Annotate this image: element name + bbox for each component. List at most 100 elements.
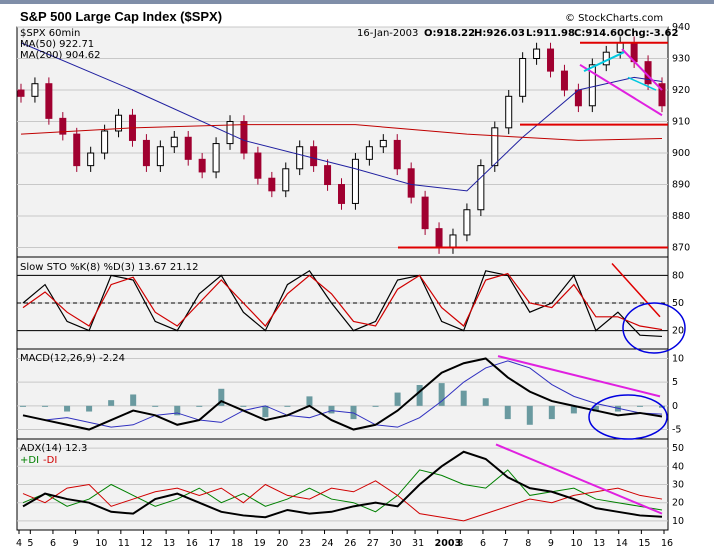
y-tick-label: 20 bbox=[672, 498, 684, 509]
candle-body bbox=[87, 152, 95, 167]
x-tick-label: 6 bbox=[480, 538, 486, 549]
chart-window: { "title": "S&P 500 Large Cap Index ($SP… bbox=[0, 0, 714, 557]
candle-body bbox=[351, 158, 359, 204]
x-tick-label: 24 bbox=[322, 538, 334, 549]
macd-histogram-bar bbox=[416, 385, 423, 406]
macd-histogram-bar bbox=[636, 405, 643, 407]
macd-histogram-bar bbox=[328, 405, 335, 414]
x-tick-label: 11 bbox=[118, 538, 130, 549]
macd-legend: MACD(12,26,9) -2.24 bbox=[20, 353, 125, 364]
price-y-tick-label: 930 bbox=[672, 54, 690, 65]
candle-body bbox=[491, 127, 499, 167]
candle-body bbox=[421, 196, 429, 230]
y-tick-label: 0 bbox=[672, 401, 678, 412]
candle-body bbox=[560, 70, 568, 91]
candle-body bbox=[310, 146, 318, 167]
y-tick-label: 10 bbox=[672, 353, 684, 364]
x-tick-label: 31 bbox=[412, 538, 424, 549]
ma200-legend: MA(200) 904.62 bbox=[20, 50, 101, 61]
x-axis: 4 5 6 9 10 11 12 13 16 17 18 19 20 23 24 26 27 30 31 20033 6… bbox=[16, 530, 673, 549]
y-tick-label: 80 bbox=[672, 270, 684, 281]
y-tick-label: 50 bbox=[672, 298, 684, 309]
macd-histogram-bar bbox=[284, 405, 291, 407]
adx-legend: ADX(14) 12.3 bbox=[20, 443, 87, 454]
candle-body bbox=[435, 228, 443, 249]
macd-histogram-bar bbox=[152, 405, 159, 407]
macd-histogram-bar bbox=[306, 396, 313, 406]
macd-histogram-bar bbox=[482, 398, 489, 406]
candle-body bbox=[156, 146, 164, 167]
chart-title: S&P 500 Large Cap Index ($SPX) bbox=[20, 9, 222, 24]
y-tick-label: 50 bbox=[672, 443, 684, 454]
candle-body bbox=[101, 130, 109, 154]
y-tick-label: 5 bbox=[672, 377, 678, 388]
quote-change: Chg:-3.62 bbox=[624, 28, 678, 39]
x-tick-label: 27 bbox=[367, 538, 379, 549]
macd-histogram-bar bbox=[42, 405, 49, 407]
candle-body bbox=[477, 165, 485, 211]
x-tick-label: 3 bbox=[457, 538, 463, 549]
x-tick-label: 17 bbox=[208, 538, 220, 549]
macd-histogram-bar bbox=[196, 405, 203, 407]
macd-histogram-bar bbox=[108, 400, 115, 406]
price-y-tick-label: 870 bbox=[672, 243, 690, 254]
macd-histogram-bar bbox=[526, 405, 533, 425]
candle-body bbox=[505, 95, 513, 129]
sto-legend: Slow STO %K(8) %D(3) 13.67 21.12 bbox=[20, 262, 199, 273]
x-tick-label: 20 bbox=[276, 538, 288, 549]
macd-histogram-bar bbox=[86, 405, 93, 412]
x-tick-label: 18 bbox=[231, 538, 243, 549]
symbol-legend: $SPX 60min bbox=[20, 28, 80, 39]
x-tick-label: 23 bbox=[299, 538, 311, 549]
x-tick-label: 16 bbox=[661, 538, 673, 549]
quote-low: L:911.98 bbox=[526, 28, 575, 39]
candle-body bbox=[142, 139, 150, 167]
price-y-tick-label: 890 bbox=[672, 180, 690, 191]
candle-body bbox=[296, 146, 304, 170]
candle-body bbox=[379, 139, 387, 148]
candle-body bbox=[547, 48, 555, 72]
candle-body bbox=[519, 58, 527, 97]
candle-body bbox=[407, 168, 415, 198]
x-tick-label: 6 bbox=[50, 538, 56, 549]
x-tick-label: 19 bbox=[254, 538, 266, 549]
candle-body bbox=[31, 83, 39, 97]
price-panel bbox=[16, 26, 669, 258]
price-y-tick-label: 880 bbox=[672, 211, 690, 222]
candle-body bbox=[184, 136, 192, 160]
y-tick-label: 40 bbox=[672, 461, 684, 472]
candle-body bbox=[365, 146, 373, 160]
price-y-tick-label: 920 bbox=[672, 85, 690, 96]
macd-histogram-bar bbox=[64, 405, 71, 412]
x-tick-label: 13 bbox=[593, 538, 605, 549]
candle-body bbox=[449, 234, 457, 249]
y-tick-label: 30 bbox=[672, 480, 684, 491]
ma50-legend: MA(50) 922.71 bbox=[20, 39, 94, 50]
macd-histogram-bar bbox=[20, 405, 26, 407]
quote-high: H:926.03 bbox=[474, 28, 525, 39]
x-tick-label: 9 bbox=[73, 538, 79, 549]
quote-date-value: 16-Jan-2003 bbox=[357, 28, 418, 39]
macd-histogram-bar bbox=[262, 405, 269, 418]
x-tick-label: 9 bbox=[548, 538, 554, 549]
watermark: © StockCharts.com bbox=[565, 13, 663, 24]
candle-body bbox=[45, 83, 53, 119]
x-tick-label: 16 bbox=[186, 538, 198, 549]
x-tick-label: 4 bbox=[16, 538, 22, 549]
x-tick-label: 10 bbox=[570, 538, 582, 549]
candle-body bbox=[17, 89, 25, 97]
x-tick-label: 14 bbox=[616, 538, 628, 549]
x-tick-label: 30 bbox=[389, 538, 401, 549]
x-tick-label: 12 bbox=[140, 538, 152, 549]
di-legend: +DI -DI bbox=[20, 455, 57, 466]
candle-body bbox=[533, 48, 541, 60]
y-tick-label: 10 bbox=[672, 516, 684, 527]
candle-body bbox=[324, 165, 332, 186]
macd-histogram-bar bbox=[548, 405, 555, 420]
macd-histogram-bar bbox=[372, 405, 379, 407]
x-tick-label: 26 bbox=[344, 538, 356, 549]
quote-open: O:918.22 bbox=[424, 28, 475, 39]
x-tick-label: 15 bbox=[638, 538, 650, 549]
macd-histogram-bar bbox=[460, 390, 467, 406]
quote-close: C:914.60 bbox=[574, 28, 624, 39]
